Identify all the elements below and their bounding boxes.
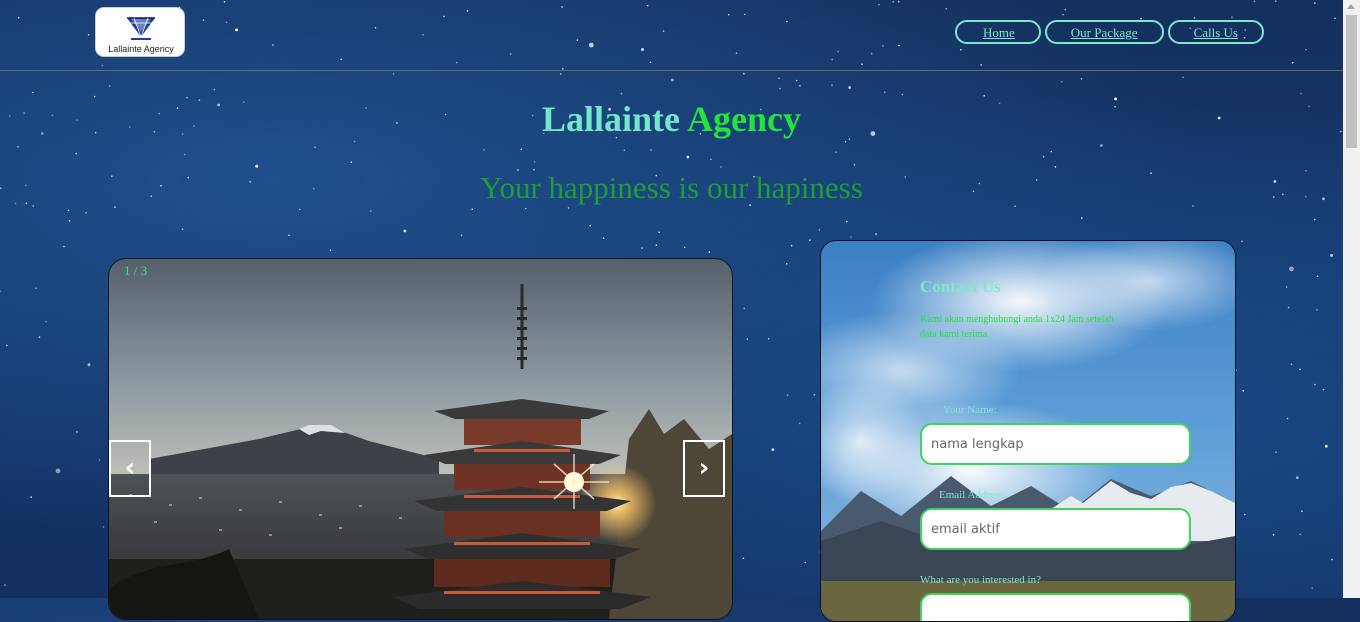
image-slideshow: 1 / 3 ‹ ›: [108, 258, 733, 620]
email-label: Email Address:: [939, 489, 1007, 501]
title-part-1: Lallainte: [541, 99, 680, 139]
chevron-left-icon: ‹: [124, 453, 136, 483]
interest-label: What are you interested in?: [920, 574, 1041, 586]
email-input[interactable]: [920, 508, 1191, 550]
scroll-up-icon[interactable]: [1347, 4, 1355, 9]
nav-home-link[interactable]: Home: [955, 20, 1041, 44]
next-slide-button[interactable]: ›: [683, 440, 725, 497]
title-part-2: Agency: [687, 99, 801, 139]
nav-our-package-link[interactable]: Our Package: [1044, 20, 1164, 44]
page-scrollbar[interactable]: [1343, 0, 1360, 598]
main-nav: Home Our Package Calls Us: [955, 20, 1264, 44]
contact-title: Contact Us: [920, 277, 1001, 296]
interest-select[interactable]: [920, 593, 1191, 621]
name-input[interactable]: [920, 423, 1191, 465]
name-label: Your Name:: [943, 404, 997, 416]
tagline: Your happiness is our hapiness: [480, 170, 863, 205]
slide-image-pagoda: [109, 259, 732, 619]
page-title: Lallainte Agency: [0, 98, 1343, 140]
diamond-logo-icon: [127, 17, 155, 40]
site-header: Lallainte Agency Home Our Package Calls …: [0, 0, 1343, 71]
chevron-right-icon: ›: [698, 453, 710, 483]
nav-calls-us-link[interactable]: Calls Us: [1167, 20, 1264, 44]
logo[interactable]: Lallainte Agency: [95, 7, 185, 57]
contact-description: Kami akan menghubungi anda 1x24 Jam sete…: [920, 314, 1114, 340]
scrollbar-thumb[interactable]: [1346, 15, 1357, 148]
slide-counter: 1 / 3: [124, 263, 148, 278]
contact-form-card: Contact Us Kami akan menghubungi anda 1x…: [820, 240, 1236, 622]
prev-slide-button[interactable]: ‹: [109, 440, 151, 497]
logo-text: Lallainte Agency: [108, 44, 174, 54]
